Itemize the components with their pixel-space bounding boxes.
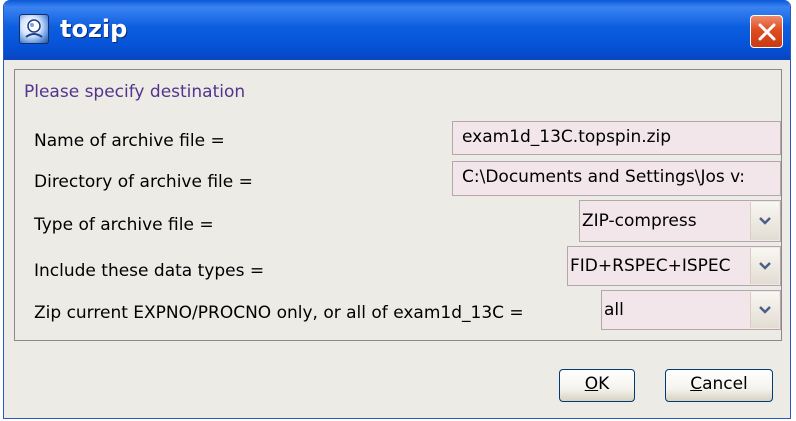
cancel-mnemonic: C xyxy=(690,374,703,394)
data-types-select[interactable]: FID+RSPEC+ISPEC xyxy=(567,246,781,286)
cancel-button[interactable]: Cancel xyxy=(665,369,773,402)
archive-directory-field[interactable]: C:\Documents and Settings\Jos v: xyxy=(452,161,781,196)
window-title: tozip xyxy=(60,15,128,43)
data-types-label: Include these data types = xyxy=(34,261,265,281)
archive-type-select[interactable]: ZIP-compress xyxy=(579,200,781,242)
zip-scope-value: all xyxy=(604,300,624,320)
data-types-value: FID+RSPEC+ISPEC xyxy=(570,256,731,276)
archive-directory-label: Directory of archive file = xyxy=(34,172,253,192)
archive-name-field[interactable]: exam1d_13C.topspin.zip xyxy=(452,121,781,155)
destination-heading: Please specify destination xyxy=(24,82,246,102)
archive-type-label: Type of archive file = xyxy=(34,215,214,235)
ok-label-rest: K xyxy=(598,374,610,394)
archive-type-dropdown-button[interactable] xyxy=(750,202,779,240)
dialog-window: tozip Please specify destination Name of… xyxy=(3,0,791,419)
chevron-down-icon xyxy=(759,306,771,314)
zip-scope-dropdown-button[interactable] xyxy=(750,292,779,328)
archive-name-label: Name of archive file = xyxy=(34,131,225,151)
ok-button[interactable]: OK xyxy=(559,369,635,402)
cancel-label-rest: ancel xyxy=(702,374,748,394)
chevron-down-icon xyxy=(759,262,771,270)
close-button[interactable] xyxy=(750,15,783,48)
data-types-dropdown-button[interactable] xyxy=(750,248,779,284)
close-icon xyxy=(758,23,776,41)
archive-type-value: ZIP-compress xyxy=(582,211,697,231)
ok-mnemonic: O xyxy=(584,374,599,394)
zip-scope-select[interactable]: all xyxy=(601,290,781,330)
zip-scope-label: Zip current EXPNO/PROCNO only, or all of… xyxy=(34,303,524,323)
title-bar[interactable]: tozip xyxy=(4,0,790,60)
chevron-down-icon xyxy=(759,217,771,225)
destination-panel: Please specify destination Name of archi… xyxy=(14,69,782,341)
app-icon xyxy=(19,14,49,44)
